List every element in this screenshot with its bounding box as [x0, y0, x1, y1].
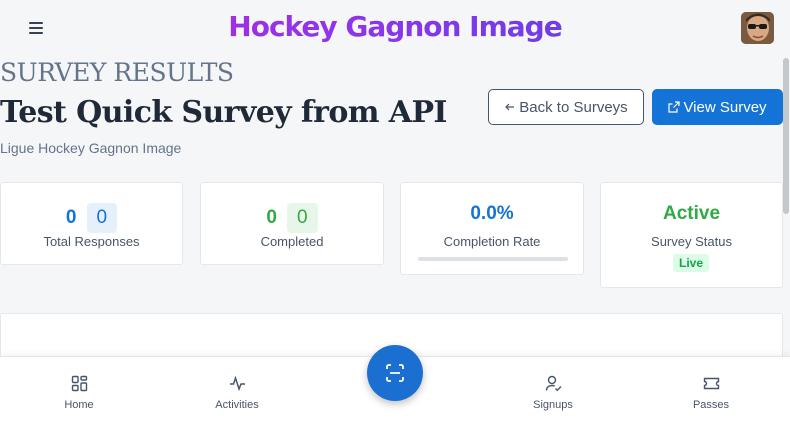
page-title: Test Quick Survey from API — [0, 95, 447, 130]
external-link-icon — [668, 101, 681, 113]
completed-value: 0 — [266, 207, 277, 228]
grid-icon — [71, 375, 88, 392]
survey-status-value: Active — [662, 203, 721, 224]
nav-label: Home — [64, 399, 94, 411]
stat-card-completed: 00 Completed — [200, 182, 384, 265]
scrollbar-thumb[interactable] — [783, 58, 789, 214]
status-badge: Live — [673, 254, 710, 272]
user-check-icon — [545, 375, 562, 392]
nav-item-activities[interactable]: Activities — [197, 357, 277, 427]
total-responses-badge: 0 — [86, 203, 118, 233]
nav-item-home[interactable]: Home — [39, 357, 119, 427]
nav-item-signups[interactable]: Signups — [513, 357, 593, 427]
page-eyebrow: SURVEY RESULTS — [0, 58, 234, 87]
nav-label: Activities — [215, 399, 259, 411]
back-button-label: Back to Surveys — [519, 98, 628, 116]
stat-label: Total Responses — [43, 234, 140, 249]
stat-card-completion-rate: 0.0% Completion Rate — [400, 182, 584, 275]
activity-icon — [230, 375, 245, 392]
scan-button[interactable] — [367, 345, 423, 401]
ticket-icon — [703, 377, 720, 390]
total-responses-value: 0 — [65, 207, 77, 228]
stat-label: Completion Rate — [443, 234, 541, 249]
scrollbar[interactable] — [782, 56, 790, 356]
completed-badge: 0 — [287, 203, 318, 233]
stat-card-survey-status: Active Survey Status Live — [600, 182, 783, 288]
back-to-surveys-button[interactable]: Back to Surveys — [488, 89, 644, 125]
arrow-left-icon — [505, 103, 515, 111]
view-button-label: View Survey — [683, 98, 767, 116]
nav-label: Passes — [692, 399, 730, 411]
organization-name: Ligue Hockey Gagnon Image — [0, 140, 182, 156]
app-title[interactable]: Hockey Gagnon Image — [0, 10, 790, 43]
nav-item-passes[interactable]: Passes — [671, 357, 751, 427]
top-bar: Hockey Gagnon Image — [0, 0, 790, 56]
completion-rate-value: 0.0% — [470, 203, 514, 224]
stat-value: 00 — [201, 203, 383, 233]
completion-progress-bar — [418, 257, 568, 261]
stat-value: 00 — [1, 203, 182, 233]
user-avatar[interactable] — [741, 12, 774, 44]
view-survey-button[interactable]: View Survey — [652, 89, 783, 125]
nav-label: Signups — [533, 399, 573, 411]
scan-icon — [386, 364, 404, 382]
stat-card-total-responses: 00 Total Responses — [0, 182, 183, 265]
stat-label: Survey Status — [651, 234, 732, 249]
stat-label: Completed — [260, 234, 324, 249]
